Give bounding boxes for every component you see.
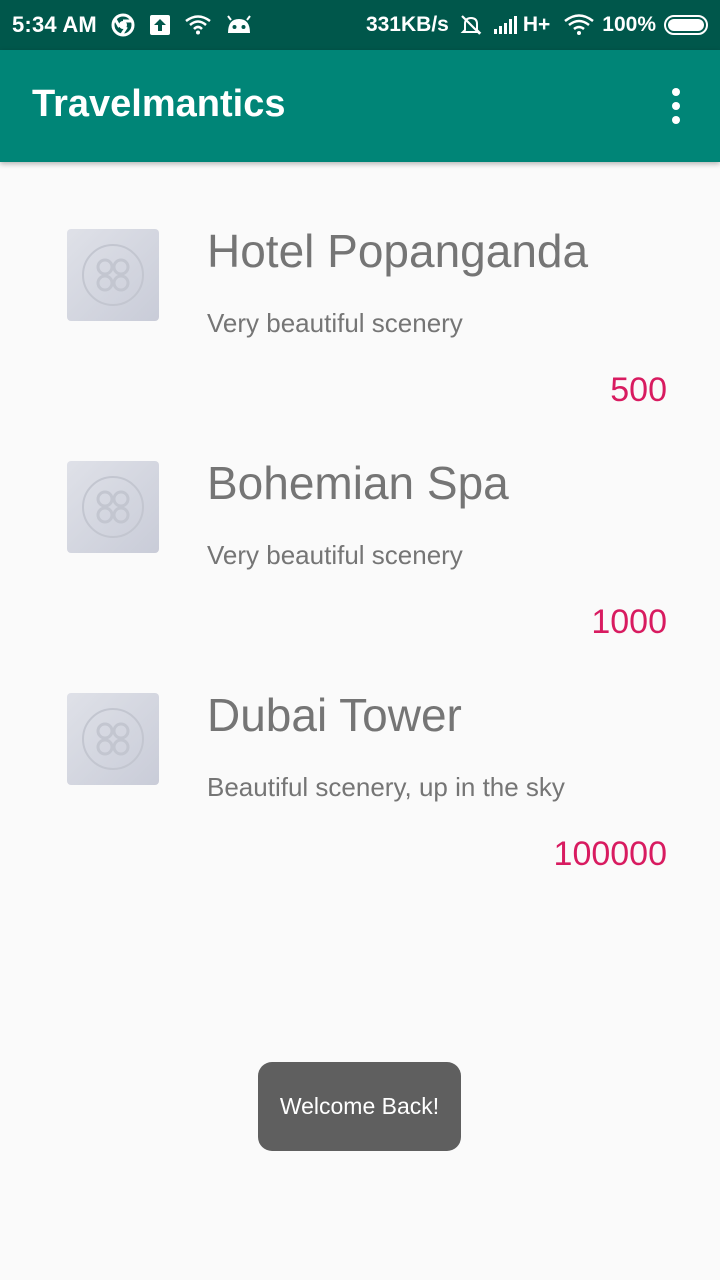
status-bar-right: 331KB/s H+ 100%	[366, 13, 708, 37]
app-bar: Travelmantics	[0, 50, 720, 162]
status-bar: 5:34 AM 331KB/s H+ 100%	[0, 0, 720, 50]
android-icon	[225, 15, 253, 35]
deal-price: 100000	[553, 835, 667, 873]
list-item[interactable]: Dubai Tower Beautiful scenery, up in the…	[0, 626, 720, 873]
image-placeholder-icon	[67, 229, 159, 321]
deal-title: Hotel Popanganda	[207, 225, 589, 277]
toast-message: Welcome Back!	[258, 1062, 461, 1151]
wifi-icon	[564, 14, 595, 36]
network-speed: 331KB/s	[365, 13, 449, 36]
network-type: H+	[522, 13, 551, 36]
battery-percent: 100%	[602, 13, 656, 36]
toast-text: Welcome Back!	[279, 1093, 440, 1119]
status-bar-left: 5:34 AM	[12, 12, 253, 38]
image-placeholder-icon	[67, 461, 159, 553]
bell-off-icon	[459, 13, 483, 37]
deal-description: Very beautiful scenery	[207, 308, 463, 338]
deal-description: Very beautiful scenery	[207, 540, 463, 570]
wifi-icon	[185, 15, 211, 35]
more-vert-icon-dot	[672, 102, 680, 110]
more-vert-icon	[672, 88, 680, 96]
signal-icon	[493, 15, 519, 35]
list-item[interactable]: Hotel Popanganda Very beautiful scenery …	[0, 162, 720, 409]
chrome-icon	[111, 13, 135, 37]
deal-list[interactable]: Hotel Popanganda Very beautiful scenery …	[0, 162, 720, 873]
battery-icon	[664, 15, 708, 35]
deal-description: Beautiful scenery, up in the sky	[207, 772, 565, 802]
deal-title: Bohemian Spa	[207, 457, 509, 509]
status-time: 5:34 AM	[12, 12, 97, 37]
app-title: Travelmantics	[32, 83, 286, 125]
upload-icon	[149, 14, 171, 36]
more-vert-icon-dot	[672, 116, 680, 124]
image-placeholder-icon	[67, 693, 159, 785]
deal-title: Dubai Tower	[207, 689, 462, 741]
overflow-menu-button[interactable]	[652, 78, 700, 134]
list-item[interactable]: Bohemian Spa Very beautiful scenery 1000	[0, 394, 720, 641]
